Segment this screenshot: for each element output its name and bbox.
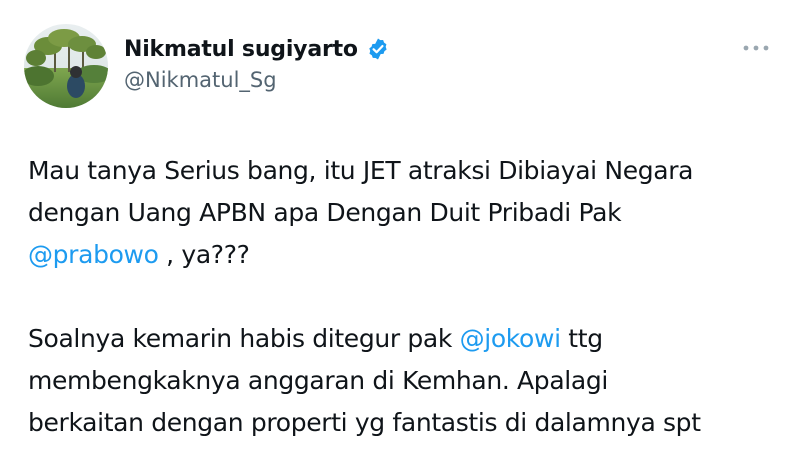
tweet-line: Mau tanya Serius bang, itu JET atraksi D…: [28, 150, 788, 192]
tweet-line: membengkaknya anggaran di Kemhan. Apalag…: [28, 360, 788, 402]
tweet-line: @prabowo , ya???: [28, 234, 788, 276]
tweet-card: Nikmatul sugiyarto @Nikmatul_Sg Mau tany…: [0, 0, 800, 450]
verified-badge-icon: [366, 37, 390, 61]
display-name[interactable]: Nikmatul sugiyarto: [124, 37, 358, 62]
tweet-line: Soalnya kemarin habis ditegur pak @jokow…: [28, 318, 788, 360]
text-segment: ttg: [560, 324, 603, 353]
text-segment: , ya???: [158, 240, 250, 269]
tweet-text: Mau tanya Serius bang, itu JET atraksi D…: [28, 150, 788, 444]
tweet-line: berkaitan dengan properti yg fantastis d…: [28, 402, 788, 444]
text-segment: membengkaknya anggaran di Kemhan. Apalag…: [28, 366, 608, 395]
text-segment: berkaitan dengan properti yg fantastis d…: [28, 408, 701, 437]
avatar-photo: [24, 24, 108, 108]
mention-link-prabowo[interactable]: @prabowo: [28, 240, 159, 269]
author-row: Nikmatul sugiyarto: [124, 33, 390, 65]
text-segment: Mau tanya Serius bang, itu JET atraksi D…: [28, 156, 694, 185]
text-segment: dengan Uang APBN apa Dengan Duit Pribadi…: [28, 198, 622, 227]
more-options-icon[interactable]: [736, 34, 776, 62]
tweet-line: dengan Uang APBN apa Dengan Duit Pribadi…: [28, 192, 788, 234]
text-segment: Soalnya kemarin habis ditegur pak: [28, 324, 460, 353]
mention-link-jokowi[interactable]: @jokowi: [460, 324, 561, 353]
user-handle[interactable]: @Nikmatul_Sg: [124, 68, 277, 92]
avatar[interactable]: [24, 24, 108, 108]
